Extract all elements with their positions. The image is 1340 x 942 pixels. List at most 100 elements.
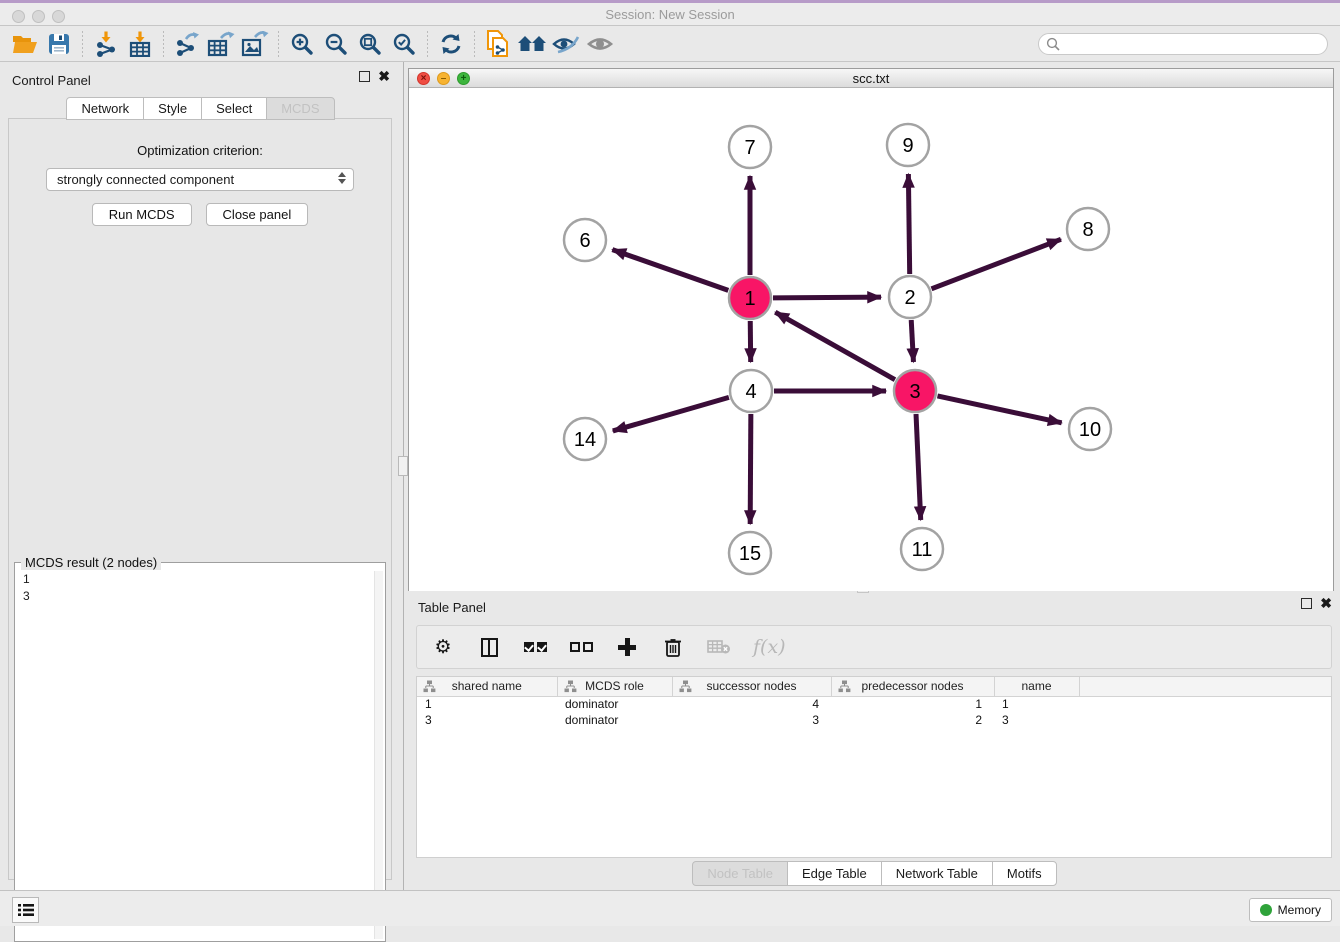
edge-2-3[interactable] <box>911 320 913 362</box>
cell-name[interactable]: 1 <box>994 696 1079 712</box>
svg-text:15: 15 <box>739 543 761 565</box>
graph-node-6[interactable]: 6 <box>564 219 606 261</box>
memory-button[interactable]: Memory <box>1249 898 1332 922</box>
edge-1-6[interactable] <box>612 250 728 291</box>
close-panel-button[interactable]: Close panel <box>206 203 309 226</box>
cell-predecessor-nodes[interactable]: 2 <box>831 712 994 728</box>
hide-graphics-details-button[interactable] <box>549 29 583 59</box>
vertical-splitter-handle[interactable] <box>398 456 408 476</box>
cell-shared-name[interactable]: 1 <box>417 696 557 712</box>
edge-3-1[interactable] <box>775 312 895 379</box>
columns-icon[interactable] <box>477 635 501 659</box>
svg-text:8: 8 <box>1082 219 1093 241</box>
deselect-all-icon[interactable] <box>569 635 593 659</box>
app-manager-button[interactable] <box>12 897 39 923</box>
list-icon <box>18 903 34 917</box>
edge-2-8[interactable] <box>931 239 1060 288</box>
float-panel-icon[interactable] <box>359 71 370 82</box>
table-panel-title: Table Panel <box>418 600 486 615</box>
trash-icon[interactable] <box>661 635 685 659</box>
zoom-out-button[interactable] <box>319 29 353 59</box>
graph-node-8[interactable]: 8 <box>1067 208 1109 250</box>
cell-name[interactable]: 3 <box>994 712 1079 728</box>
graph-node-11[interactable]: 11 <box>901 528 943 570</box>
criterion-select[interactable]: strongly connected component <box>46 168 354 191</box>
tab-network[interactable]: Network <box>66 97 144 120</box>
graph-node-7[interactable]: 7 <box>729 126 771 168</box>
edge-4-14[interactable] <box>613 397 729 431</box>
column-header-name[interactable]: name <box>994 677 1079 696</box>
search-input[interactable] <box>1038 33 1328 55</box>
save-session-button[interactable] <box>42 29 76 59</box>
mcds-result-text[interactable]: 13 <box>17 571 373 939</box>
graph-node-10[interactable]: 10 <box>1069 408 1111 450</box>
table-row[interactable]: 3dominator323 <box>417 712 1331 728</box>
tab-node-table[interactable]: Node Table <box>692 861 788 886</box>
edge-1-2[interactable] <box>773 297 881 298</box>
show-graphics-details-button[interactable] <box>583 29 617 59</box>
add-row-icon[interactable] <box>615 635 639 659</box>
network-graph[interactable]: 7 9 6 8 1 2 4 3 14 10 15 11 <box>409 89 1333 591</box>
open-session-button[interactable] <box>8 29 42 59</box>
toolbar-separator <box>82 31 83 57</box>
result-line: 1 <box>23 571 373 588</box>
tab-network-table[interactable]: Network Table <box>881 861 993 886</box>
graph-node-3[interactable]: 3 <box>894 370 936 412</box>
select-all-icon[interactable] <box>523 635 547 659</box>
column-header-mcds-role[interactable]: MCDS role <box>557 677 672 696</box>
zoom-fit-button[interactable] <box>353 29 387 59</box>
result-scrollbar[interactable] <box>374 571 383 939</box>
edge-3-11[interactable] <box>916 414 921 520</box>
cell-successor-nodes[interactable]: 4 <box>672 696 831 712</box>
edge-3-10[interactable] <box>937 396 1061 423</box>
duplicate-network-button[interactable] <box>481 29 515 59</box>
panel-divider <box>403 62 404 890</box>
network-canvas[interactable]: 7 9 6 8 1 2 4 3 14 10 15 11 <box>409 89 1333 591</box>
float-panel-icon[interactable] <box>1301 598 1312 609</box>
cell-mcds-role[interactable]: dominator <box>557 712 672 728</box>
graph-node-1[interactable]: 1 <box>729 277 771 319</box>
close-panel-icon[interactable]: ✖ <box>378 71 390 82</box>
column-header-predecessor-nodes[interactable]: predecessor nodes <box>831 677 994 696</box>
import-network-button[interactable] <box>89 29 123 59</box>
tab-select[interactable]: Select <box>201 97 267 120</box>
home-button[interactable] <box>515 29 549 59</box>
export-network-button[interactable] <box>170 29 204 59</box>
search-field-wrap <box>1038 33 1328 55</box>
control-panel: Control Panel ✖ NetworkStyleSelectMCDS O… <box>0 68 400 882</box>
table-toolbar: ⚙ f(x) <box>416 625 1332 669</box>
tab-motifs[interactable]: Motifs <box>992 861 1057 886</box>
graph-node-2[interactable]: 2 <box>889 276 931 318</box>
table-row[interactable]: 1dominator411 <box>417 696 1331 712</box>
zoom-in-button[interactable] <box>285 29 319 59</box>
import-table-button[interactable] <box>123 29 157 59</box>
graph-node-14[interactable]: 14 <box>564 418 606 460</box>
tab-style[interactable]: Style <box>143 97 202 120</box>
gear-icon[interactable]: ⚙ <box>431 635 455 659</box>
close-panel-icon[interactable]: ✖ <box>1320 598 1332 609</box>
tab-edge-table[interactable]: Edge Table <box>787 861 882 886</box>
refresh-layout-button[interactable] <box>434 29 468 59</box>
column-header-shared-name[interactable]: shared name <box>417 677 557 696</box>
edge-4-15[interactable] <box>750 414 751 524</box>
cell-predecessor-nodes[interactable]: 1 <box>831 696 994 712</box>
cell-shared-name[interactable]: 3 <box>417 712 557 728</box>
graph-node-15[interactable]: 15 <box>729 532 771 574</box>
cell-successor-nodes[interactable]: 3 <box>672 712 831 728</box>
home-icon <box>517 33 547 55</box>
cell-mcds-role[interactable]: dominator <box>557 696 672 712</box>
edge-2-9[interactable] <box>908 174 909 274</box>
criterion-value: strongly connected component <box>57 172 234 187</box>
column-header-successor-nodes[interactable]: successor nodes <box>672 677 831 696</box>
graph-node-4[interactable]: 4 <box>730 370 772 412</box>
status-bar: Memory <box>0 890 1340 926</box>
export-image-button[interactable] <box>238 29 272 59</box>
svg-text:14: 14 <box>574 429 596 451</box>
zoom-selected-button[interactable] <box>387 29 421 59</box>
zoom-selected-icon <box>392 32 416 56</box>
tab-mcds[interactable]: MCDS <box>266 97 334 120</box>
run-mcds-button[interactable]: Run MCDS <box>92 203 192 226</box>
graph-node-9[interactable]: 9 <box>887 124 929 166</box>
export-table-button[interactable] <box>204 29 238 59</box>
export-network-icon <box>174 31 200 57</box>
